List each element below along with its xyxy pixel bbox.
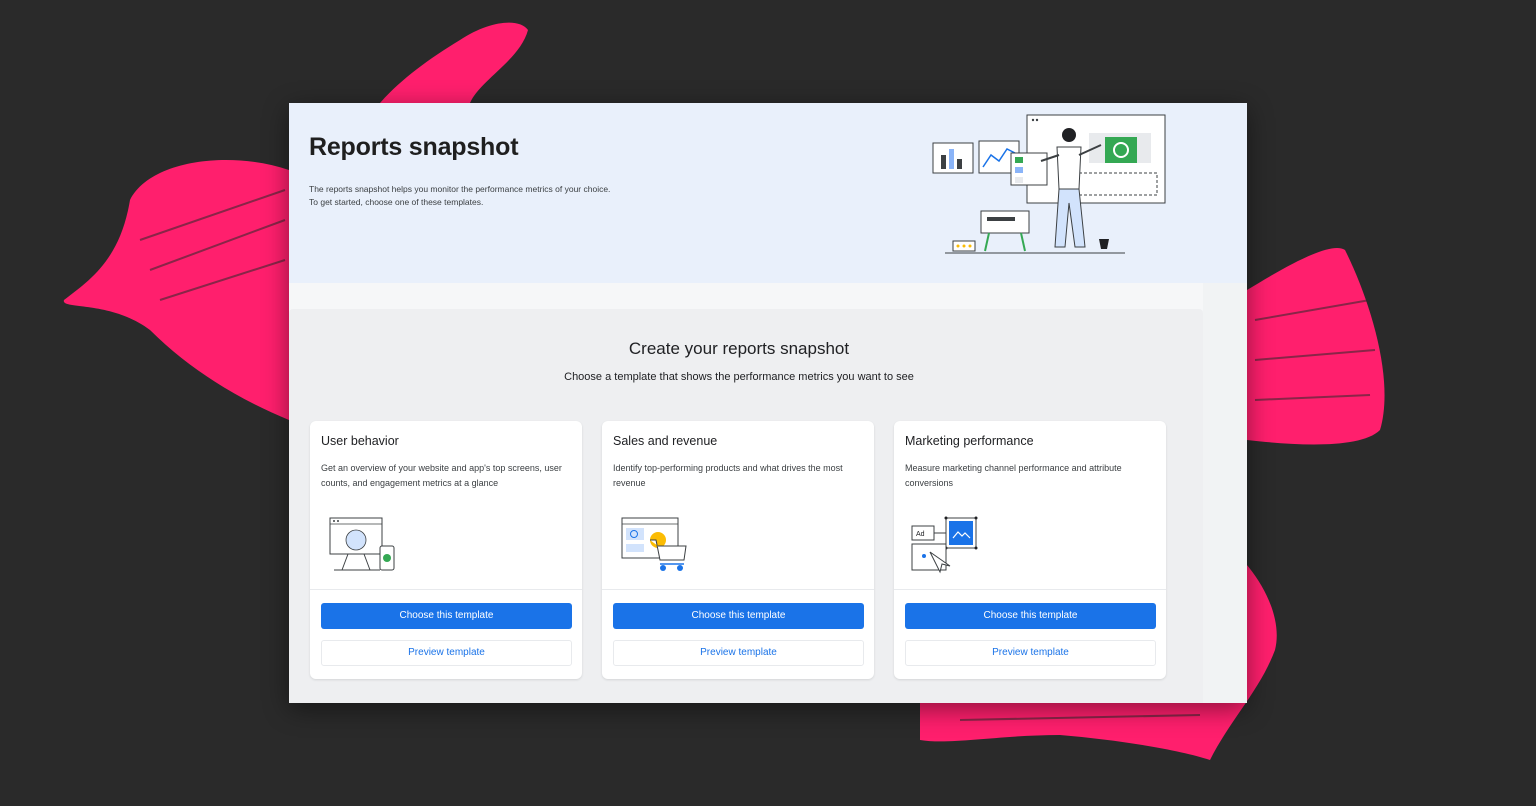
- side-scroll-area: [1203, 283, 1247, 703]
- preview-template-button[interactable]: Preview template: [613, 640, 864, 666]
- choose-template-button[interactable]: Choose this template: [613, 603, 864, 629]
- card-description: Identify top-performing products and wha…: [613, 463, 843, 488]
- ad-cursor-icon: Ad: [911, 516, 978, 574]
- preview-template-button[interactable]: Preview template: [321, 640, 572, 666]
- page-header: Reports snapshot The reports snapshot he…: [289, 103, 1247, 283]
- card-description: Get an overview of your website and app'…: [321, 463, 562, 488]
- template-card-marketing-performance: Marketing performance Measure marketing …: [894, 421, 1166, 679]
- preview-template-button[interactable]: Preview template: [905, 640, 1156, 666]
- create-snapshot-panel: Create your reports snapshot Choose a te…: [289, 309, 1203, 703]
- page-description: The reports snapshot helps you monitor t…: [309, 183, 729, 209]
- analytics-dashboard-illustration: [932, 114, 1166, 254]
- page-description-line-1: The reports snapshot helps you monitor t…: [309, 184, 611, 194]
- card-title: Marketing performance: [905, 434, 1034, 448]
- panel-subtitle: Choose a template that shows the perform…: [564, 371, 914, 383]
- panel-title: Create your reports snapshot: [628, 339, 850, 358]
- template-card-sales-revenue: Sales and revenue Identify top-performin…: [602, 421, 874, 679]
- page-description-line-2: To get started, choose one of these temp…: [309, 197, 484, 207]
- choose-template-button[interactable]: Choose this template: [905, 603, 1156, 629]
- reports-snapshot-screen: Reports snapshot The reports snapshot he…: [289, 103, 1247, 703]
- card-divider: [602, 589, 874, 590]
- card-description: Measure marketing channel performance an…: [905, 463, 1122, 488]
- choose-template-button[interactable]: Choose this template: [321, 603, 572, 629]
- desktop-and-phone-icon: [329, 517, 395, 571]
- card-title: User behavior: [321, 434, 399, 448]
- card-divider: [310, 589, 582, 590]
- shopping-cart-icon: [621, 517, 687, 571]
- card-title: Sales and revenue: [613, 434, 718, 448]
- card-divider: [894, 589, 1166, 590]
- svg-text:Ad: Ad: [916, 531, 925, 538]
- page-title: Reports snapshot: [309, 133, 519, 161]
- template-card-user-behavior: User behavior Get an overview of your we…: [310, 421, 582, 679]
